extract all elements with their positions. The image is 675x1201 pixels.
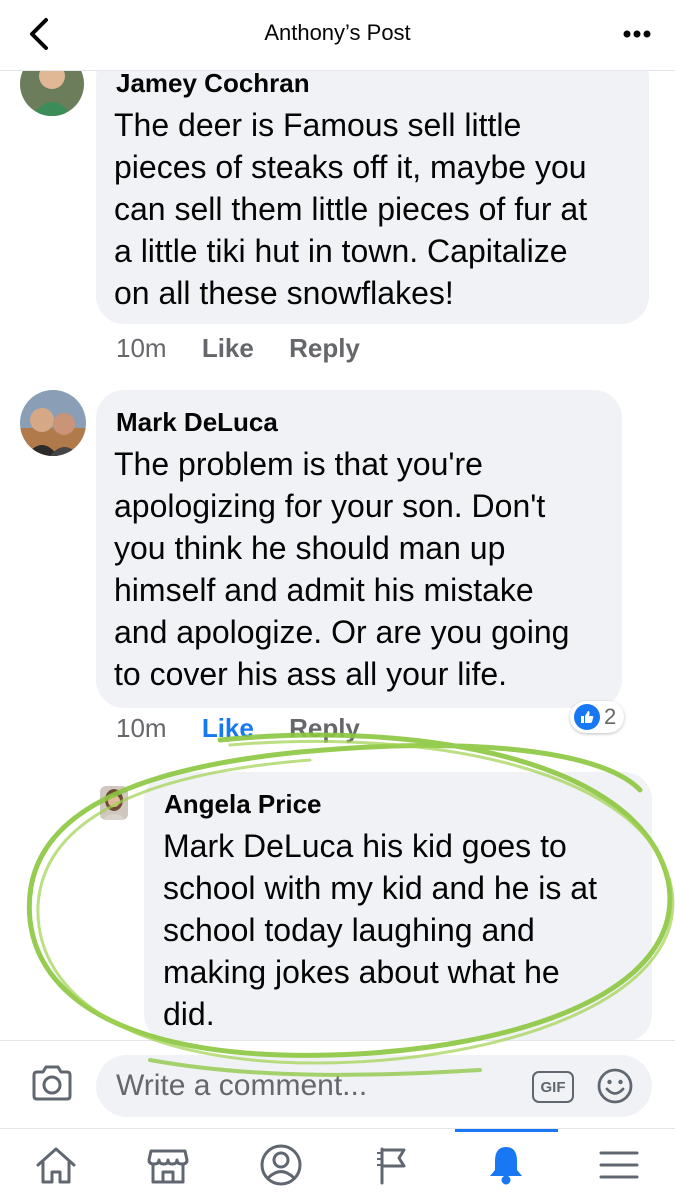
reaction-count-badge[interactable]: 2 bbox=[570, 701, 625, 733]
comment-text: The problem is that you're apologizing f… bbox=[114, 446, 570, 692]
flag-icon bbox=[377, 1147, 406, 1185]
reply-button[interactable]: Reply bbox=[289, 713, 360, 743]
notifications-bell-icon bbox=[490, 1147, 522, 1185]
home-icon bbox=[36, 1147, 76, 1184]
marketplace-icon bbox=[147, 1149, 189, 1184]
comment-text: The deer is Famous sell little pieces of… bbox=[114, 107, 588, 311]
page-title: Anthony’s Post bbox=[264, 20, 411, 45]
profile-icon bbox=[260, 1144, 302, 1186]
gif-button[interactable]: GIF bbox=[532, 1071, 574, 1103]
bottom-tab-bar bbox=[0, 1128, 675, 1201]
like-button[interactable]: Like bbox=[202, 333, 254, 363]
comment-time: 10m bbox=[116, 713, 167, 743]
emoji-icon[interactable] bbox=[596, 1067, 634, 1105]
comment-placeholder: Write a comment... bbox=[116, 1069, 368, 1102]
avatar[interactable] bbox=[100, 786, 128, 820]
tab-profile[interactable] bbox=[225, 1129, 337, 1201]
tab-menu[interactable] bbox=[563, 1129, 675, 1201]
top-bar: Anthony’s Post bbox=[0, 0, 675, 71]
tab-marketplace[interactable] bbox=[112, 1129, 224, 1201]
thumbs-up-icon bbox=[574, 704, 600, 730]
menu-icon bbox=[599, 1151, 639, 1179]
avatar[interactable] bbox=[20, 390, 86, 456]
comment-actions: 10m Like Reply bbox=[116, 713, 388, 744]
comment-time: 10m bbox=[116, 333, 167, 363]
comment-input[interactable]: Write a comment... GIF bbox=[96, 1055, 652, 1117]
comment-author[interactable]: Mark DeLuca bbox=[116, 407, 278, 438]
reaction-count: 2 bbox=[604, 704, 617, 729]
comment-composer: Write a comment... GIF bbox=[0, 1040, 675, 1129]
tab-home[interactable] bbox=[0, 1129, 112, 1201]
comment-author[interactable]: Angela Price bbox=[164, 789, 322, 820]
more-dots-icon[interactable] bbox=[623, 30, 651, 38]
like-button[interactable]: Like bbox=[202, 713, 254, 743]
tab-pages[interactable] bbox=[338, 1129, 450, 1201]
comment-text: Mark DeLuca his kid goes to school with … bbox=[163, 828, 597, 1032]
comment-actions: 10m Like Reply bbox=[116, 333, 388, 364]
tab-notifications[interactable] bbox=[450, 1129, 562, 1201]
reply-button[interactable]: Reply bbox=[289, 333, 360, 363]
comment-author[interactable]: Jamey Cochran bbox=[116, 68, 310, 99]
camera-icon[interactable] bbox=[30, 1063, 74, 1103]
